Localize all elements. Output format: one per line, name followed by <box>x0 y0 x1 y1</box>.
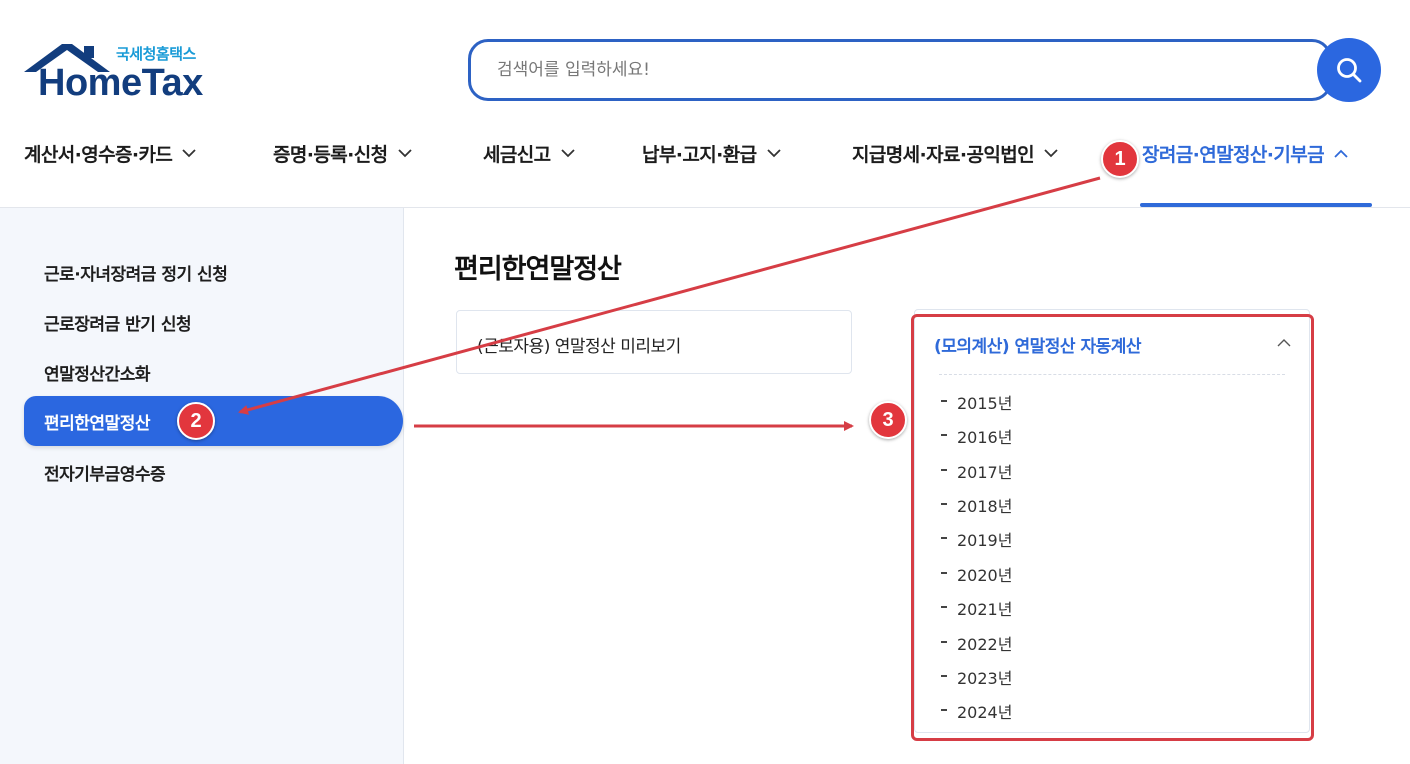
search-icon <box>1337 58 1362 83</box>
preview-card[interactable]: (근로자용) 연말정산 미리보기 <box>456 310 852 374</box>
search-box <box>468 39 1332 101</box>
gnb-active-underline <box>1140 203 1372 207</box>
year-item-2015[interactable]: 2015년 <box>941 390 1012 414</box>
global-nav: 계산서·영수증·카드 증명·등록·신청 세금신고 납부·고지·환급 지급명세·자… <box>0 130 1410 182</box>
chevron-down-icon <box>560 149 575 158</box>
year-item-2019[interactable]: 2019년 <box>941 527 1012 551</box>
lnb-item-half-year-application[interactable]: 근로장려금 반기 신청 <box>44 310 192 335</box>
gnb-item-label: 세금신고 <box>483 144 551 166</box>
year-item-2021[interactable]: 2021년 <box>941 596 1012 620</box>
chevron-down-icon <box>182 149 196 158</box>
gnb-item-incentive[interactable]: 장려금·연말정산·기부금 <box>1142 140 1348 167</box>
year-item-2016[interactable]: 2016년 <box>941 424 1012 448</box>
gnb-item-invoice[interactable]: 계산서·영수증·카드 <box>24 140 196 167</box>
gnb-item-tax-return[interactable]: 세금신고 <box>483 140 575 167</box>
search-button[interactable] <box>1317 38 1381 102</box>
chevron-down-icon <box>766 149 781 158</box>
gnb-item-label: 납부·고지·환급 <box>642 144 757 166</box>
header: 국세청홈택스 HomeTax 계산서·영수증·카드 증명·등록·신청 세금신고 … <box>0 0 1410 208</box>
preview-card-label: (근로자용) 연말정산 미리보기 <box>477 337 681 357</box>
year-item-2018[interactable]: 2018년 <box>941 493 1012 517</box>
gnb-item-statements[interactable]: 지급명세·자료·공익법인 <box>852 140 1058 167</box>
page-title: 편리한연말정산 <box>454 254 622 285</box>
search-input[interactable] <box>471 42 1329 98</box>
year-item-2024[interactable]: 2024년 <box>941 699 1012 723</box>
accordion-header[interactable]: (모의계산) 연말정산 자동계산 <box>915 310 1309 374</box>
chevron-down-icon <box>397 149 412 158</box>
chevron-down-icon <box>1044 149 1058 158</box>
gnb-item-label: 지급명세·자료·공익법인 <box>852 144 1035 166</box>
lnb-item-simplified-data[interactable]: 연말정산간소화 <box>44 360 150 385</box>
year-item-2020[interactable]: 2020년 <box>941 562 1012 586</box>
gnb-item-label: 계산서·영수증·카드 <box>24 144 173 166</box>
accordion-title: (모의계산) 연말정산 자동계산 <box>934 337 1142 357</box>
lnb-item-donation-receipt[interactable]: 전자기부금영수증 <box>44 460 166 485</box>
lnb-item-convenient-settlement[interactable]: 편리한연말정산 <box>24 396 403 446</box>
annotation-badge-3: 3 <box>869 401 907 439</box>
chevron-up-icon <box>1334 149 1348 158</box>
year-item-2023[interactable]: 2023년 <box>941 665 1012 689</box>
year-item-2022[interactable]: 2022년 <box>941 631 1012 655</box>
auto-calc-accordion: (모의계산) 연말정산 자동계산 2015년 2016년 2017년 2018년… <box>914 309 1310 733</box>
gnb-item-payment[interactable]: 납부·고지·환급 <box>642 140 781 167</box>
logo-subtitle: 국세청홈택스 <box>116 45 196 63</box>
year-item-2017[interactable]: 2017년 <box>941 459 1012 483</box>
lnb-item-regular-application[interactable]: 근로·자녀장려금 정기 신청 <box>44 260 228 285</box>
hometax-logo[interactable]: 국세청홈택스 HomeTax <box>24 40 224 104</box>
chevron-up-icon <box>1277 332 1291 351</box>
gnb-item-label: 증명·등록·신청 <box>273 144 388 166</box>
gnb-item-label: 장려금·연말정산·기부금 <box>1142 144 1325 166</box>
logo-wordmark: HomeTax <box>38 62 203 104</box>
side-nav: 근로·자녀장려금 정기 신청 근로장려금 반기 신청 연말정산간소화 편리한연말… <box>0 208 404 764</box>
accordion-divider <box>939 374 1285 375</box>
gnb-item-certificate[interactable]: 증명·등록·신청 <box>273 140 412 167</box>
lnb-item-label: 편리한연말정산 <box>44 414 150 434</box>
